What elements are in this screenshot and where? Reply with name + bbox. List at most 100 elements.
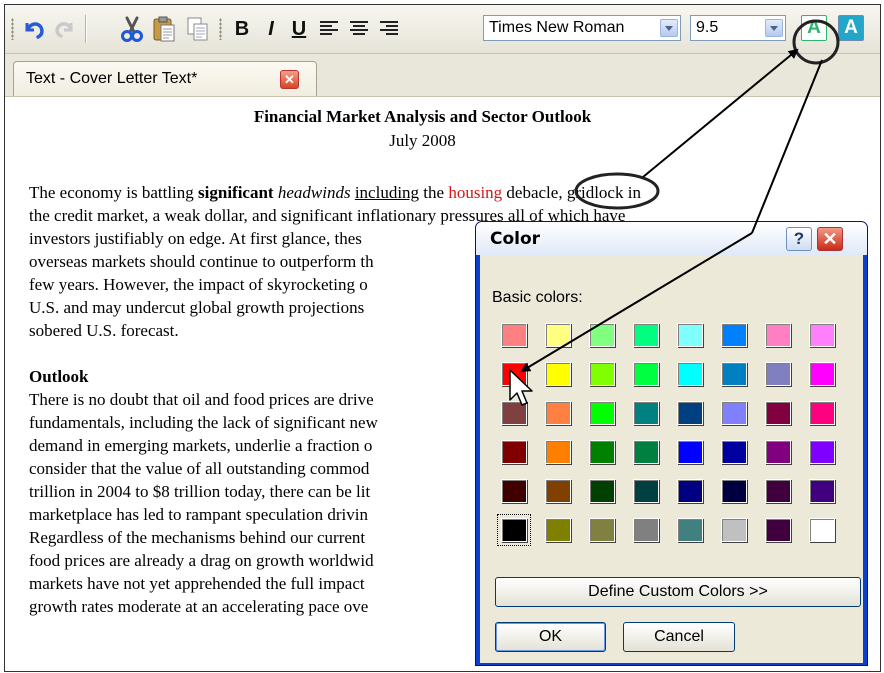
color-swatch[interactable] (721, 440, 747, 464)
paragraph-line: Regardless of the mechanisms behind our … (29, 528, 366, 547)
color-swatch[interactable] (545, 518, 571, 542)
paste-icon[interactable] (149, 14, 179, 44)
copy-icon[interactable] (183, 14, 213, 44)
paragraph-line: There is no doubt that oil and food pric… (29, 390, 374, 409)
bold-button[interactable]: B (227, 14, 257, 44)
color-swatch[interactable] (721, 362, 747, 386)
color-swatch[interactable] (677, 362, 703, 386)
color-swatch[interactable] (809, 323, 835, 347)
color-swatch[interactable] (545, 401, 571, 425)
text-run: debacle, gridlock in (502, 183, 641, 202)
color-swatch[interactable] (589, 401, 615, 425)
define-custom-colors-button[interactable]: Define Custom Colors >> (495, 577, 861, 607)
align-right-icon[interactable] (374, 14, 404, 44)
toolbar-grip[interactable] (11, 18, 14, 40)
close-icon[interactable]: ✕ (817, 227, 843, 251)
italic-button[interactable]: I (256, 14, 286, 44)
help-icon[interactable]: ? (786, 227, 812, 251)
dialog-body: Basic colors: Define Custom Colors >> OK… (480, 255, 863, 663)
color-swatch[interactable] (677, 401, 703, 425)
dialog-title-bar[interactable]: Color ? ✕ (476, 222, 867, 255)
paragraph-line: sobered U.S. forecast. (29, 321, 179, 340)
color-swatch[interactable] (809, 362, 835, 386)
color-swatch[interactable] (501, 323, 527, 347)
color-swatch[interactable] (633, 362, 659, 386)
paragraph-line: consider that the value of all outstandi… (29, 459, 370, 478)
paragraph-line: The economy is battling significant head… (29, 183, 641, 203)
underlined-text: including (354, 183, 420, 202)
paragraph-line: growth rates moderate at an accelerating… (29, 597, 369, 616)
tab-label: Text - Cover Letter Text* (26, 70, 198, 87)
cut-icon[interactable] (117, 14, 147, 44)
color-swatch[interactable] (501, 401, 527, 425)
color-swatch[interactable] (545, 440, 571, 464)
color-swatch[interactable] (677, 479, 703, 503)
color-swatch[interactable] (765, 323, 791, 347)
color-swatch[interactable] (501, 362, 527, 386)
color-swatch[interactable] (809, 479, 835, 503)
font-name-value: Times New Roman (489, 19, 625, 36)
color-swatch[interactable] (633, 479, 659, 503)
color-swatch[interactable] (809, 518, 835, 542)
color-swatch[interactable] (721, 518, 747, 542)
color-swatch[interactable] (721, 323, 747, 347)
color-swatch[interactable] (545, 323, 571, 347)
redo-icon[interactable] (49, 14, 79, 44)
align-center-icon[interactable] (344, 14, 374, 44)
paragraph-line: food prices are already a drag on growth… (29, 551, 374, 570)
ok-button[interactable]: OK (495, 622, 606, 652)
paragraph-line: fundamentals, including the lack of sign… (29, 413, 378, 432)
color-swatch[interactable] (545, 479, 571, 503)
color-swatch[interactable] (677, 323, 703, 347)
color-swatch[interactable] (677, 440, 703, 464)
undo-icon[interactable] (19, 14, 49, 44)
color-swatch[interactable] (497, 514, 531, 546)
font-name-select[interactable]: Times New Roman (483, 15, 681, 41)
close-icon[interactable]: ✕ (280, 70, 299, 89)
chevron-down-icon[interactable] (765, 19, 783, 37)
color-swatch[interactable] (721, 401, 747, 425)
color-swatch[interactable] (633, 323, 659, 347)
document-tab-bar: Text - Cover Letter Text* ✕ (5, 54, 880, 97)
paragraph-line: demand in emerging markets, underlie a f… (29, 436, 373, 455)
formatting-toolbar: B I U Times New Roman 9.5 A A (5, 5, 880, 54)
color-swatch[interactable] (765, 518, 791, 542)
font-size-select[interactable]: 9.5 (690, 15, 786, 41)
color-swatch[interactable] (501, 440, 527, 464)
color-swatch[interactable] (809, 401, 835, 425)
color-swatch[interactable] (633, 440, 659, 464)
font-color-button[interactable]: A (801, 15, 827, 41)
color-swatch[interactable] (677, 518, 703, 542)
color-swatch[interactable] (765, 401, 791, 425)
bold-text: significant (198, 183, 274, 202)
tab-cover-letter-text[interactable]: Text - Cover Letter Text* ✕ (13, 61, 317, 96)
chevron-down-icon[interactable] (660, 19, 678, 37)
font-size-value: 9.5 (696, 19, 719, 36)
color-swatch[interactable] (809, 440, 835, 464)
color-swatch[interactable] (589, 362, 615, 386)
color-swatch[interactable] (589, 440, 615, 464)
color-dialog: Color ? ✕ Basic colors: Define Custom Co… (475, 221, 868, 666)
toolbar-grip[interactable] (219, 18, 222, 40)
selected-word-housing: housing (448, 183, 503, 202)
underline-button[interactable]: U (284, 14, 314, 44)
color-swatch[interactable] (633, 401, 659, 425)
paragraph-line: markets have not yet apprehended the ful… (29, 574, 365, 593)
paragraph-line: overseas markets should continue to outp… (29, 252, 374, 271)
color-swatch[interactable] (765, 479, 791, 503)
paragraph-line: investors justifiably on edge. At first … (29, 229, 362, 248)
color-swatch[interactable] (633, 518, 659, 542)
color-swatch[interactable] (765, 440, 791, 464)
cancel-button[interactable]: Cancel (623, 622, 735, 652)
color-swatch[interactable] (765, 362, 791, 386)
highlight-color-button[interactable]: A (838, 15, 864, 41)
color-swatch[interactable] (721, 479, 747, 503)
color-swatch[interactable] (589, 479, 615, 503)
color-swatch[interactable] (589, 518, 615, 542)
color-swatch[interactable] (501, 479, 527, 503)
text-run: The economy is battling (29, 183, 199, 202)
color-swatch[interactable] (545, 362, 571, 386)
text-run: the (419, 183, 449, 202)
align-left-icon[interactable] (314, 14, 344, 44)
color-swatch[interactable] (589, 323, 615, 347)
